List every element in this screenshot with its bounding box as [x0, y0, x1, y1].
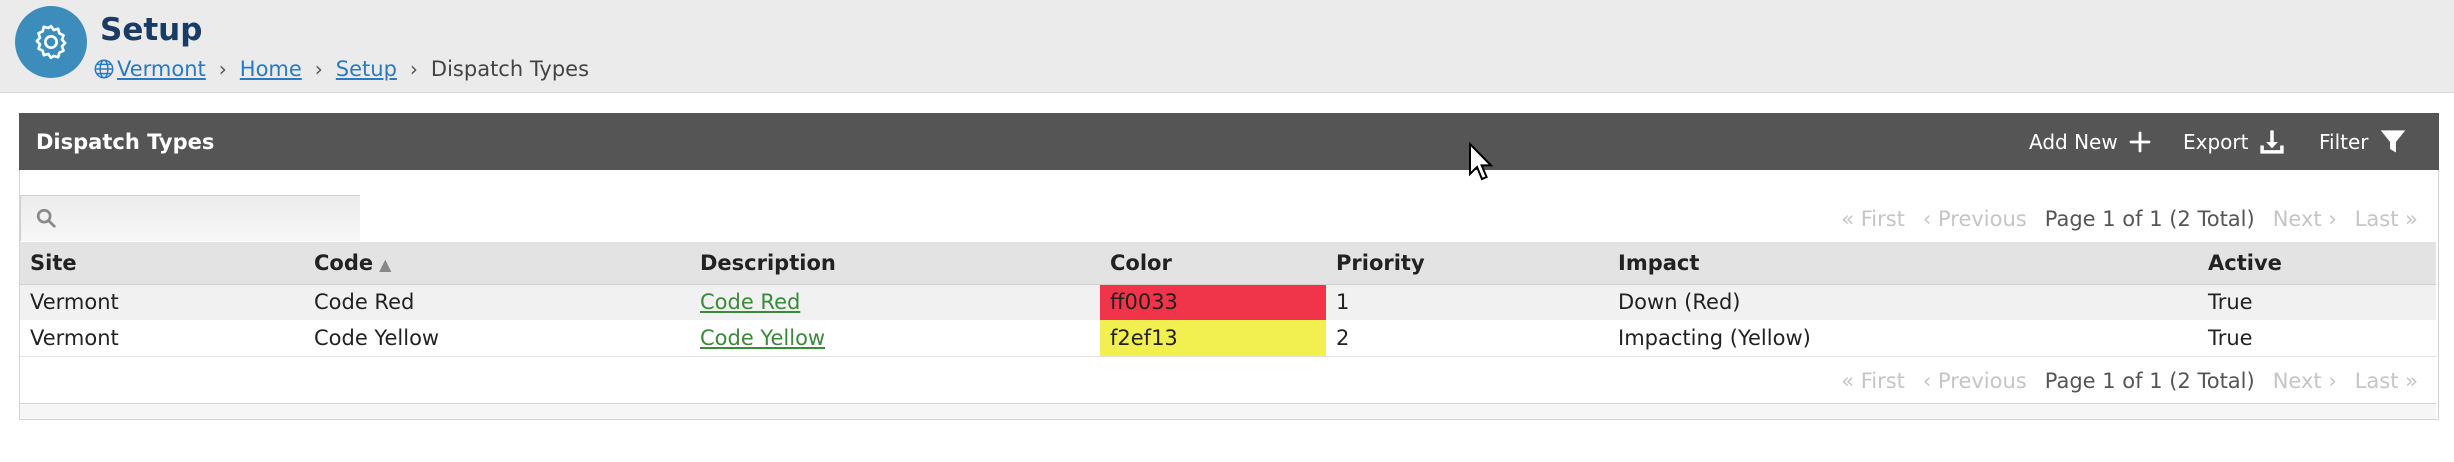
download-icon	[2260, 130, 2285, 154]
gear-icon	[15, 6, 87, 78]
column-header-code[interactable]: Code ▲	[304, 242, 690, 285]
table-row: Vermont Code Yellow Code Yellow f2ef13 2…	[20, 320, 2436, 357]
pager-first[interactable]: « First	[1841, 207, 1905, 231]
cell-code: Code Yellow	[304, 320, 690, 357]
panel-footer	[20, 403, 2436, 419]
search-icon	[35, 207, 57, 233]
cell-active: True	[2198, 320, 2436, 357]
breadcrumb-separator: ›	[409, 57, 418, 81]
panel-title: Dispatch Types	[36, 130, 215, 154]
pager-next[interactable]: Next ›	[2273, 207, 2337, 231]
export-button[interactable]: Export	[2183, 127, 2286, 157]
breadcrumb-separator: ›	[314, 57, 323, 81]
column-header-description[interactable]: Description	[690, 242, 1100, 285]
dispatch-types-table: Site Code ▲ Description Color Priority Im…	[20, 242, 2436, 357]
column-header-priority[interactable]: Priority	[1326, 242, 1608, 285]
pager-last[interactable]: Last »	[2355, 207, 2418, 231]
filter-label: Filter	[2319, 130, 2369, 154]
breadcrumb-home-link[interactable]: Home	[240, 56, 302, 82]
page-title: Setup	[100, 12, 203, 48]
column-header-active[interactable]: Active	[2198, 242, 2436, 285]
search-input[interactable]	[20, 195, 360, 241]
pager-bottom: « First ‹ Previous Page 1 of 1 (2 Total)…	[1823, 366, 2418, 396]
breadcrumb-site-link[interactable]: Vermont	[117, 56, 206, 82]
cell-impact: Down (Red)	[1608, 284, 2198, 320]
cell-description: Code Red	[690, 284, 1100, 320]
cell-impact: Impacting (Yellow)	[1608, 320, 2198, 357]
breadcrumb: Vermont › Home › Setup › Dispatch Types	[93, 56, 589, 82]
cell-active: True	[2198, 284, 2436, 320]
cell-color: ff0033	[1100, 284, 1326, 320]
panel-header: Dispatch Types Add New Export Filter	[19, 113, 2439, 170]
cell-color: f2ef13	[1100, 320, 1326, 357]
breadcrumb-separator: ›	[218, 57, 227, 81]
pager-first[interactable]: « First	[1841, 369, 1905, 393]
page-header: Setup Vermont › Home › Setup › Dispatch …	[0, 0, 2454, 93]
breadcrumb-setup-link[interactable]: Setup	[336, 56, 397, 82]
description-link[interactable]: Code Yellow	[700, 326, 825, 350]
export-label: Export	[2183, 130, 2249, 154]
globe-icon	[93, 58, 115, 80]
pager-next[interactable]: Next ›	[2273, 369, 2337, 393]
pager-info: Page 1 of 1 (2 Total)	[2044, 369, 2255, 393]
filter-icon	[2380, 130, 2405, 153]
cell-priority: 1	[1326, 284, 1608, 320]
column-header-site[interactable]: Site	[20, 242, 304, 285]
cell-site: Vermont	[20, 320, 304, 357]
sort-ascending-icon: ▲	[379, 254, 392, 274]
breadcrumb-current: Dispatch Types	[430, 57, 590, 81]
pager-last[interactable]: Last »	[2355, 369, 2418, 393]
add-new-label: Add New	[2029, 130, 2118, 154]
cell-site: Vermont	[20, 284, 304, 320]
cell-description: Code Yellow	[690, 320, 1100, 357]
column-header-code-label: Code	[314, 250, 374, 275]
pager-info: Page 1 of 1 (2 Total)	[2044, 207, 2255, 231]
add-new-button[interactable]: Add New	[2029, 127, 2152, 157]
column-header-impact[interactable]: Impact	[1608, 242, 2198, 285]
pager-top: « First ‹ Previous Page 1 of 1 (2 Total)…	[1823, 204, 2418, 234]
cell-priority: 2	[1326, 320, 1608, 357]
column-header-color[interactable]: Color	[1100, 242, 1326, 285]
table-header-row: Site Code ▲ Description Color Priority Im…	[20, 242, 2436, 285]
plus-icon	[2129, 131, 2151, 153]
pager-previous[interactable]: ‹ Previous	[1923, 369, 2027, 393]
filter-button[interactable]: Filter	[2319, 127, 2407, 157]
cell-code: Code Red	[304, 284, 690, 320]
description-link[interactable]: Code Red	[700, 290, 800, 314]
table-row: Vermont Code Red Code Red ff0033 1 Down …	[20, 284, 2436, 320]
pager-previous[interactable]: ‹ Previous	[1923, 207, 2027, 231]
mouse-cursor-icon	[1469, 142, 1494, 181]
